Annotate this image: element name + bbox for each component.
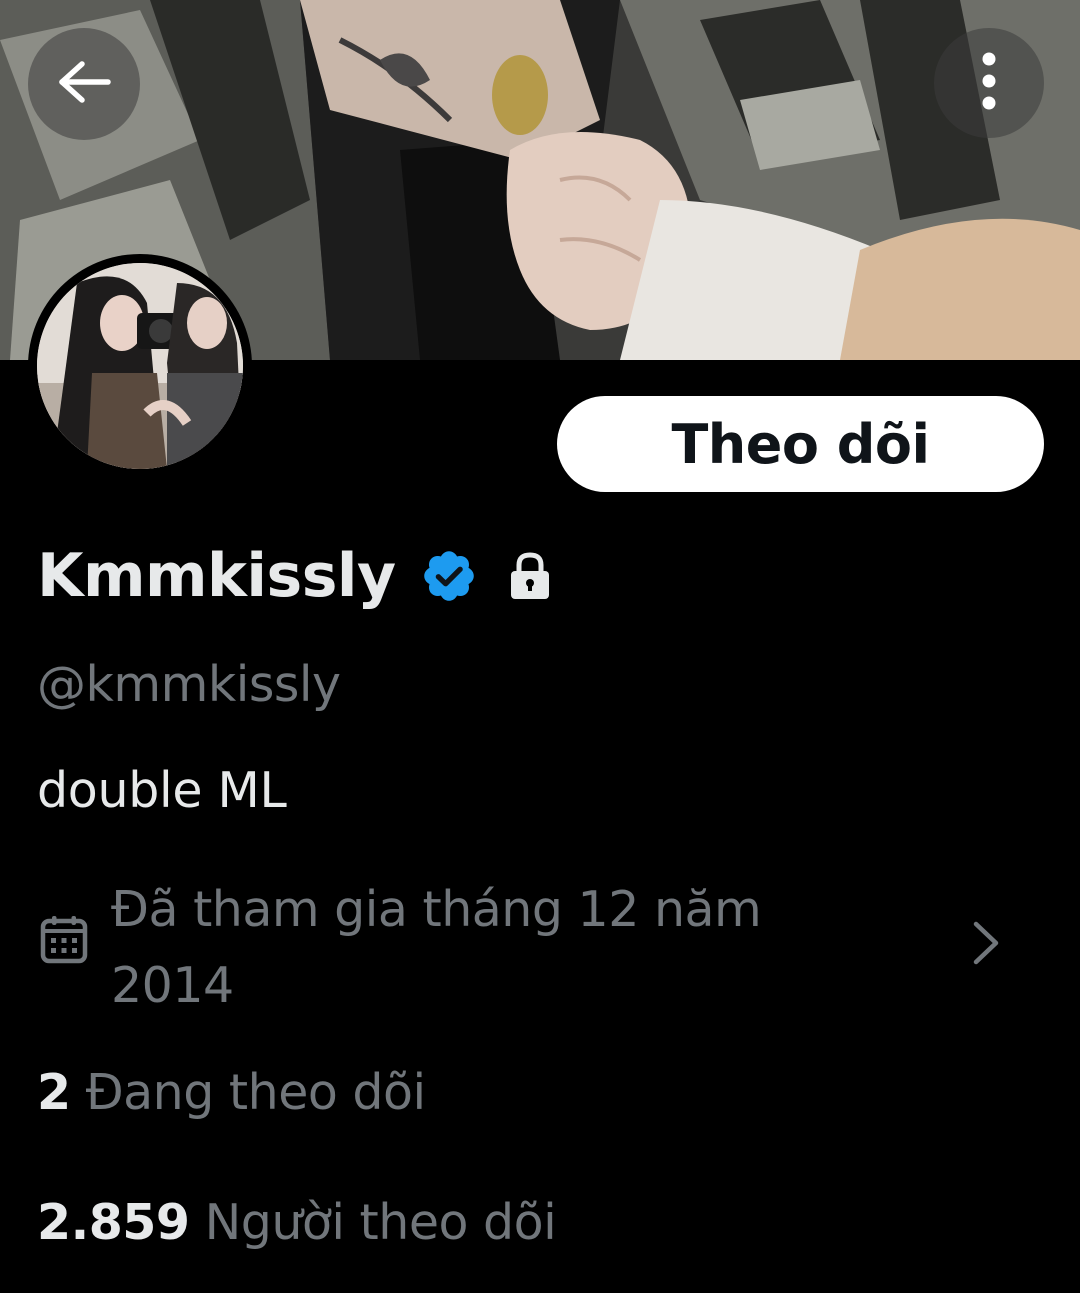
following-stat[interactable]: 2 Đang theo dõi: [37, 1064, 426, 1121]
display-name: Kmmkissly: [37, 541, 396, 611]
verified-badge-icon[interactable]: [420, 547, 478, 605]
back-button[interactable]: [28, 28, 140, 140]
avatar[interactable]: [28, 254, 252, 478]
followers-stat[interactable]: 2.859 Người theo dõi: [37, 1194, 557, 1251]
lock-icon: [508, 552, 552, 600]
username-handle: @kmmkissly: [37, 656, 341, 713]
following-label: Đang theo dõi: [85, 1064, 426, 1121]
followers-count: 2.859: [37, 1194, 190, 1251]
arrow-left-icon: [56, 60, 112, 108]
calendar-icon: [40, 914, 88, 968]
bio-text: double ML: [37, 762, 287, 819]
join-date-text: Đã tham gia tháng 12 năm 2014: [111, 881, 762, 1014]
more-vertical-icon: [981, 51, 997, 115]
follow-button[interactable]: Theo dõi: [557, 396, 1044, 492]
more-options-button[interactable]: [934, 28, 1044, 138]
avatar-image: [37, 263, 243, 469]
following-count: 2: [37, 1064, 71, 1121]
chevron-right-icon[interactable]: [970, 920, 1002, 970]
name-row: Kmmkissly: [37, 538, 552, 614]
followers-label: Người theo dõi: [204, 1194, 557, 1251]
join-date-row[interactable]: Đã tham gia tháng 12 năm 2014: [40, 872, 1040, 1022]
